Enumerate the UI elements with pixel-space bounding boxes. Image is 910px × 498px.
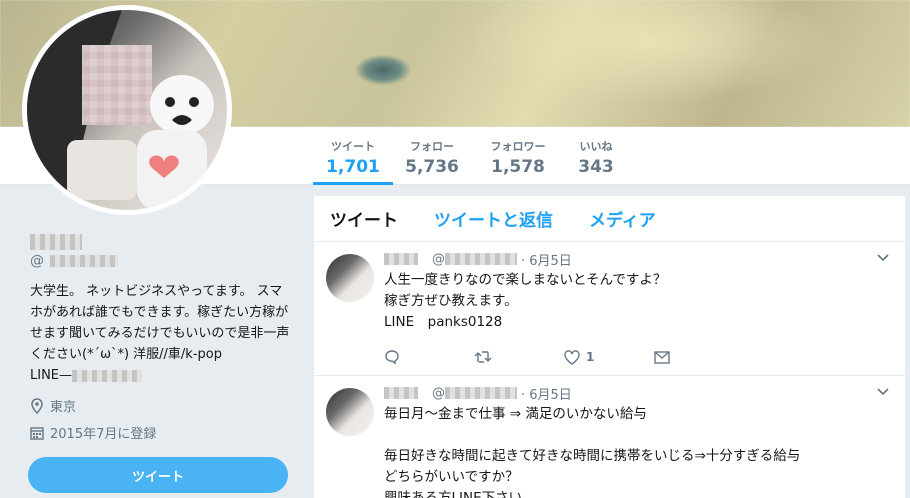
stat-label: フォロー xyxy=(410,140,454,153)
reply-button[interactable] xyxy=(384,349,474,365)
tweet-handle-at: @ xyxy=(432,251,445,267)
stat-value: 343 xyxy=(578,157,614,177)
tweet-text: 毎日月〜金まで仕事 ⇒ 満足のいかない給与 毎日好きな時間に起きて好きな時間に携… xyxy=(384,406,801,498)
stat-label: ツイート xyxy=(331,140,375,153)
retweet-button[interactable] xyxy=(474,350,564,364)
stat-label: フォロワー xyxy=(490,140,546,153)
stat-tweets[interactable]: ツイート 1,701 xyxy=(313,127,393,185)
tweet-handle-at: @ xyxy=(432,385,445,401)
retweet-icon xyxy=(474,351,492,363)
redacted-handle xyxy=(445,253,517,265)
tweet-header: @ · 6月5日 xyxy=(384,384,893,403)
profile-joined: 2015年7月に登録 xyxy=(30,423,156,442)
timeline: ツイート ツイートと返信 メディア @ · 6月5日 人生一度きりなので楽しまな… xyxy=(314,196,905,498)
profile-location: 東京 xyxy=(30,396,76,415)
tweet-item[interactable]: @ · 6月5日 人生一度きりなので楽しまないとそんですよ？ 稼ぎ方ぜひ教えます… xyxy=(314,242,905,376)
profile-sidebar: @ 大学生。 ネットビジネスやってます。 スマホがあれば誰でもできます。稼ぎたい… xyxy=(0,185,313,498)
bio-text: 大学生。 ネットビジネスやってます。 スマホがあれば誰でもできます。稼ぎたい方稼… xyxy=(30,284,290,362)
location-icon xyxy=(31,397,43,414)
calendar-icon xyxy=(30,426,44,440)
stat-value: 1,578 xyxy=(491,157,545,177)
like-count: 1 xyxy=(586,350,595,364)
tab-tweets-and-replies[interactable]: ツイートと返信 xyxy=(434,206,553,231)
tweet-date[interactable]: · 6月5日 xyxy=(521,384,572,403)
reply-icon xyxy=(385,350,399,365)
tweet-avatar[interactable] xyxy=(326,388,374,436)
tweet-date[interactable]: · 6月5日 xyxy=(521,250,572,269)
like-icon xyxy=(564,349,580,365)
handle-at: @ xyxy=(30,253,44,269)
joined-text: 2015年7月に登録 xyxy=(50,427,157,442)
dm-button[interactable] xyxy=(654,350,744,364)
stat-value: 5,736 xyxy=(405,157,459,177)
chevron-down-icon[interactable] xyxy=(877,388,889,396)
redacted-name xyxy=(384,387,418,399)
tweet-button[interactable]: ツイート xyxy=(28,457,288,493)
avatar-illustration xyxy=(27,10,214,210)
stat-label: いいね xyxy=(579,140,613,153)
timeline-tabs: ツイート ツイートと返信 メディア xyxy=(314,196,905,242)
profile-bio: 大学生。 ネットビジネスやってます。 スマホがあれば誰でもできます。稼ぎたい方稼… xyxy=(30,281,292,386)
bio-line-prefix: LINE— xyxy=(30,368,73,383)
chevron-down-icon[interactable] xyxy=(877,254,889,262)
like-button[interactable]: 1 xyxy=(564,349,654,365)
profile-handle[interactable]: @ xyxy=(30,253,119,269)
location-text: 東京 xyxy=(50,400,77,415)
profile-name xyxy=(30,231,82,250)
tweet-header: @ · 6月5日 xyxy=(384,250,893,269)
stat-following[interactable]: フォロー 5,736 xyxy=(400,127,464,185)
profile-avatar[interactable] xyxy=(22,5,232,215)
dm-icon xyxy=(654,350,670,364)
redacted-line-id xyxy=(72,369,143,382)
avatar-image xyxy=(27,10,227,210)
tweet-actions: 1 xyxy=(384,339,893,375)
tweet-avatar[interactable] xyxy=(326,254,374,302)
tab-tweets[interactable]: ツイート xyxy=(330,206,398,231)
redacted-handle xyxy=(445,387,517,399)
redacted-handle xyxy=(50,255,119,267)
redacted-name xyxy=(384,253,418,265)
stat-followers[interactable]: フォロワー 1,578 xyxy=(482,127,554,185)
redacted-name xyxy=(30,233,82,250)
tweet-item[interactable]: @ · 6月5日 毎日月〜金まで仕事 ⇒ 満足のいかない給与 毎日好きな時間に起… xyxy=(314,376,905,498)
tab-media[interactable]: メディア xyxy=(589,206,656,231)
tweet-text: 人生一度きりなので楽しまないとそんですよ？ 稼ぎ方ぜひ教えます。 LINE pa… xyxy=(384,272,667,330)
stat-likes[interactable]: いいね 343 xyxy=(574,127,618,185)
stat-value: 1,701 xyxy=(326,157,380,177)
